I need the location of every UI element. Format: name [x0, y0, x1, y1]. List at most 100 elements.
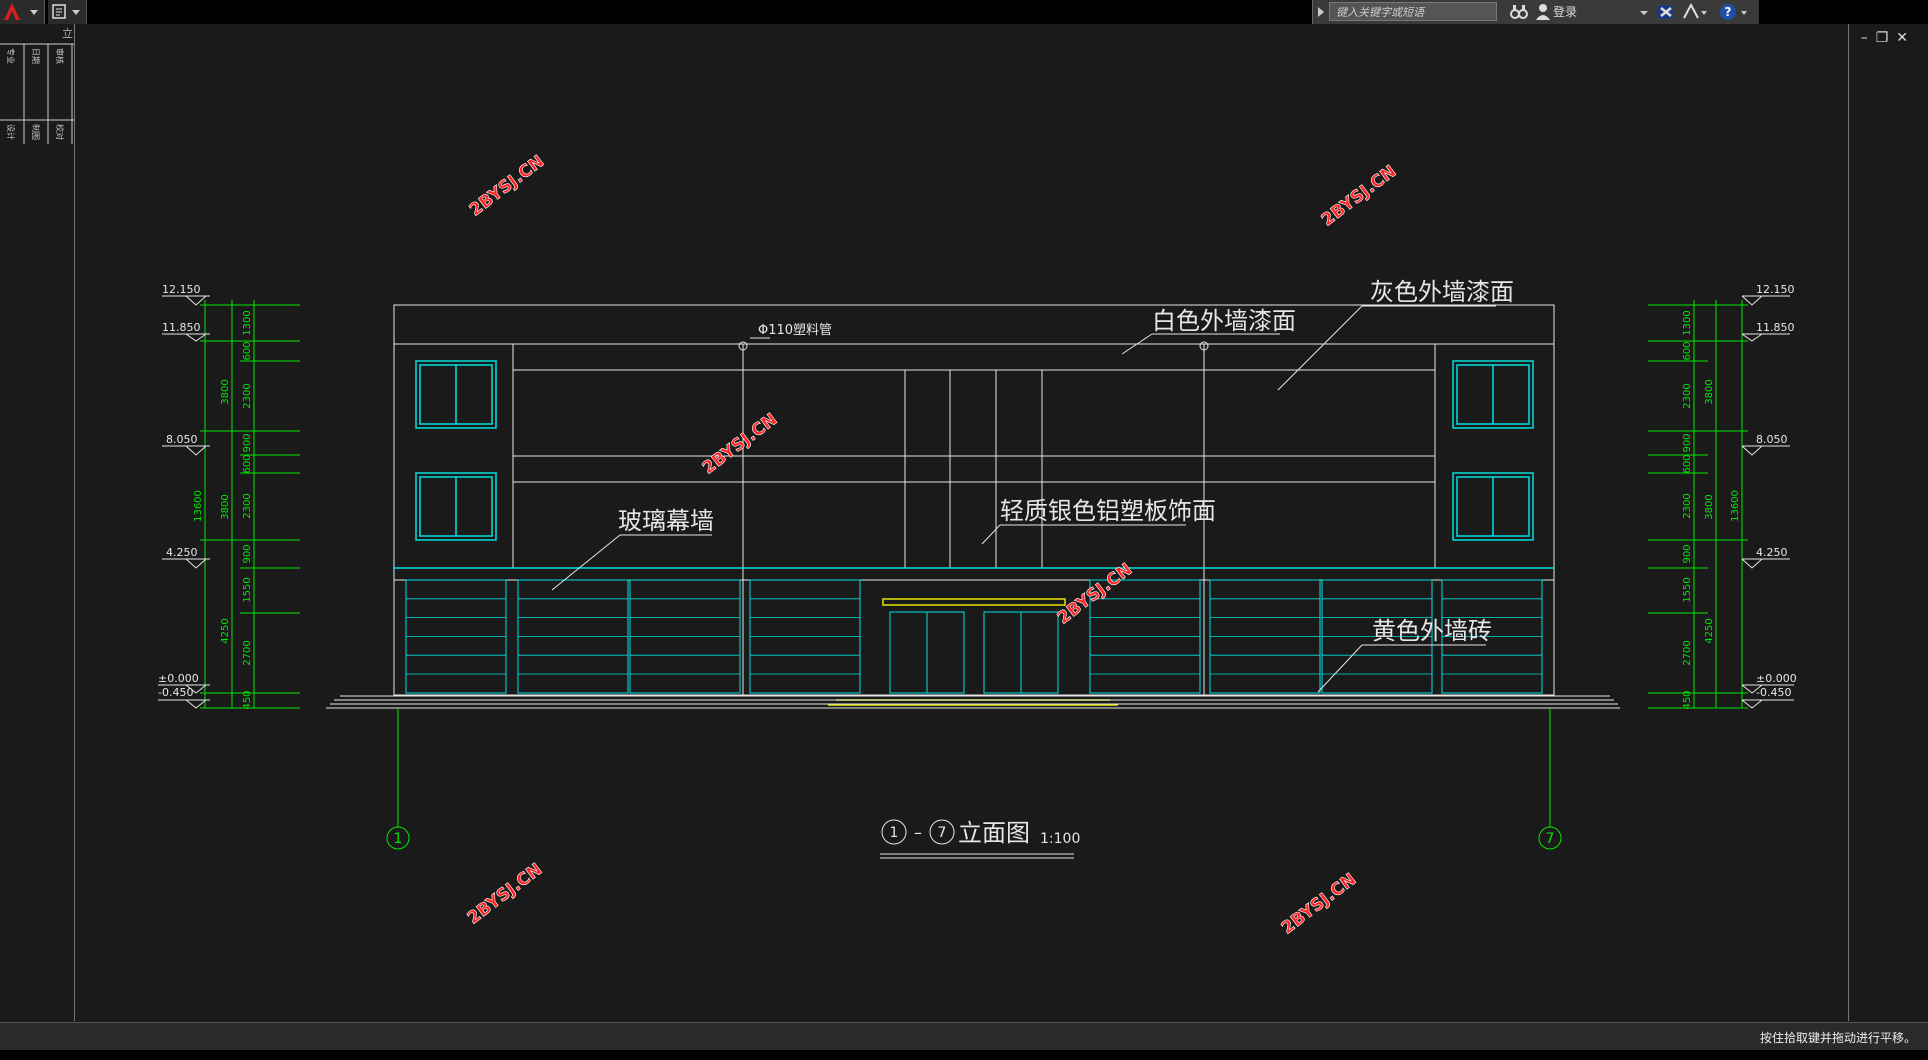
- close-button[interactable]: ✕: [1896, 30, 1916, 46]
- axis-lines: [386, 708, 1562, 850]
- label-gray-paint: 灰色外墙漆面: [1370, 278, 1514, 306]
- dim-inner-left: 1300: [242, 310, 253, 335]
- binoculars-icon[interactable]: [1509, 0, 1529, 24]
- elev-right-0450: -0.450: [1756, 686, 1791, 699]
- label-glass-wall: 玻璃幕墙: [618, 507, 714, 535]
- leader-lines: [551, 305, 1496, 693]
- elev-left-8050: 8.050: [166, 433, 198, 446]
- upper-windows: [415, 360, 1534, 541]
- expand-arrow-icon[interactable]: [1315, 0, 1327, 24]
- dim-inner-right: 600: [1682, 454, 1693, 473]
- dim-inner-right: 450: [1682, 690, 1693, 709]
- login-label[interactable]: 登录: [1553, 3, 1577, 21]
- elev-left-0000: ±0.000: [158, 672, 199, 685]
- elevation-markers: [158, 295, 1794, 709]
- dim-inner-left: 600: [242, 341, 253, 360]
- dim-middle-right: 3800: [1704, 379, 1715, 404]
- dim-inner-left: 2300: [242, 383, 253, 408]
- bottom-strip: [0, 1050, 1928, 1060]
- dim-inner-right: 1300: [1682, 310, 1693, 335]
- tab-fragment: 立面图: [62, 26, 74, 40]
- dim-inner-right: 2300: [1682, 383, 1693, 408]
- dim-middle-left: 3800: [220, 379, 231, 404]
- label-white-paint: 白色外墙漆面: [1152, 307, 1296, 335]
- curtain-wall: [394, 567, 1554, 694]
- watermark-text: 2BYSJ.CN: [1318, 162, 1400, 231]
- dim-inner-left: 900: [242, 433, 253, 452]
- search-input[interactable]: 键入关键字或短语: [1329, 2, 1497, 21]
- elev-right-0000: ±0.000: [1756, 672, 1797, 685]
- dim-inner-left: 2700: [242, 640, 253, 665]
- watermark-text: 2BYSJ.CN: [1278, 870, 1360, 939]
- axis-label-left: 1: [394, 831, 403, 847]
- watermark-text: 2BYSJ.CN: [699, 410, 781, 479]
- entrance-canopy: [828, 598, 1118, 706]
- dim-inner-right: 1550: [1682, 577, 1693, 602]
- help-icon[interactable]: ?: [1717, 0, 1751, 24]
- elev-right-12150: 12.150: [1756, 283, 1795, 296]
- dim-inner-left: 900: [242, 544, 253, 563]
- dim-inner-left: 450: [242, 690, 253, 709]
- dim-inner-left: 2300: [242, 493, 253, 518]
- dim-inner-right: 900: [1682, 544, 1693, 563]
- elev-right-4250: 4.250: [1756, 546, 1788, 559]
- cell-r1c1: 专业: [6, 48, 16, 64]
- cell-r1c2: 日期: [31, 48, 40, 64]
- elev-left-4250: 4.250: [166, 546, 198, 559]
- dim-inner-left: 1550: [242, 577, 253, 602]
- cell-r2c3: 校对: [55, 124, 65, 140]
- cell-r2c2: 制图: [31, 124, 41, 140]
- watermarks: 2BYSJ.CN 2BYSJ.CN 2BYSJ.CN 2BYSJ.CN 2BYSJ.CN…: [464, 151, 1401, 939]
- restore-button[interactable]: ❐: [1876, 30, 1897, 46]
- label-yellow-tile: 黄色外墙砖: [1372, 617, 1492, 645]
- dim-total-left: 13600: [193, 490, 204, 522]
- title-block-panel: 立面图 专业 日期 审核 设计 制图 校对: [0, 24, 95, 1021]
- cell-r2c1: 设计: [6, 124, 16, 140]
- title-block-table: 立面图 专业 日期 审核 设计 制图 校对: [0, 26, 95, 149]
- dim-middle-right: 3800: [1704, 494, 1715, 519]
- chevron-down-icon[interactable]: [1639, 0, 1649, 24]
- status-message: 按住拾取键并拖动进行平移。: [1759, 1031, 1916, 1045]
- exchange-icon[interactable]: [1655, 0, 1677, 24]
- title-axis-to: 7: [938, 825, 947, 841]
- elev-right-8050: 8.050: [1756, 433, 1788, 446]
- drawing-canvas[interactable]: 1 7 白色外墙漆面 灰色外墙漆面 Φ110塑料管 玻璃幕墙 轻质银色铝塑板饰面…: [0, 0, 1928, 1060]
- watermark-text: 2BYSJ.CN: [464, 860, 546, 929]
- watermark-text: 2BYSJ.CN: [466, 152, 548, 221]
- watermark-text: 2BYSJ.CN: [1054, 560, 1136, 629]
- svg-text:?: ?: [1725, 5, 1732, 19]
- viewport-right-border: [1848, 24, 1849, 1021]
- dimension-lines-left: [200, 300, 300, 709]
- title-bar: 键入关键字或短语 登录 ?: [0, 0, 1928, 24]
- label-alu-panel: 轻质银色铝塑板饰面: [1000, 497, 1216, 525]
- dim-total-right: 13600: [1730, 490, 1741, 522]
- drawing-scale: 1:100: [1040, 831, 1080, 847]
- elev-left-12150: 12.150: [162, 283, 201, 296]
- dim-inner-right: 600: [1682, 341, 1693, 360]
- autodesk-a360-icon[interactable]: [1681, 0, 1709, 24]
- window-controls: –❐✕: [1861, 30, 1916, 46]
- dimension-text: 1300 1300 600 600 2300 2300 900 900 600 600 2300 23…: [193, 310, 1741, 709]
- label-pipe: Φ110塑料管: [758, 323, 832, 338]
- dim-inner-right: 2300: [1682, 493, 1693, 518]
- drawing-title: 1 – 7 立面图 1:100: [880, 819, 1080, 859]
- building-outline: [393, 304, 1555, 696]
- dim-middle-left: 3800: [220, 494, 231, 519]
- dim-inner-left: 600: [242, 454, 253, 473]
- drawing-title-text: 立面图: [958, 819, 1030, 847]
- dim-middle-right: 4250: [1704, 618, 1715, 643]
- status-bar: 按住拾取键并拖动进行平移。: [0, 1022, 1928, 1051]
- dim-middle-left: 4250: [220, 618, 231, 643]
- cell-r1c3: 审核: [55, 48, 65, 64]
- quick-access-button[interactable]: [48, 0, 87, 24]
- minimize-button[interactable]: –: [1861, 30, 1876, 46]
- base-steps: [326, 695, 1620, 709]
- application-menu-button[interactable]: [0, 0, 45, 24]
- user-icon: [1536, 4, 1550, 20]
- elev-right-11850: 11.850: [1756, 321, 1795, 334]
- infocenter-toolbar: 键入关键字或短语 登录 ?: [1312, 0, 1759, 24]
- elev-left-0450: -0.450: [158, 686, 193, 699]
- dim-inner-right: 900: [1682, 433, 1693, 452]
- dim-inner-right: 2700: [1682, 640, 1693, 665]
- elev-left-11850: 11.850: [162, 321, 201, 334]
